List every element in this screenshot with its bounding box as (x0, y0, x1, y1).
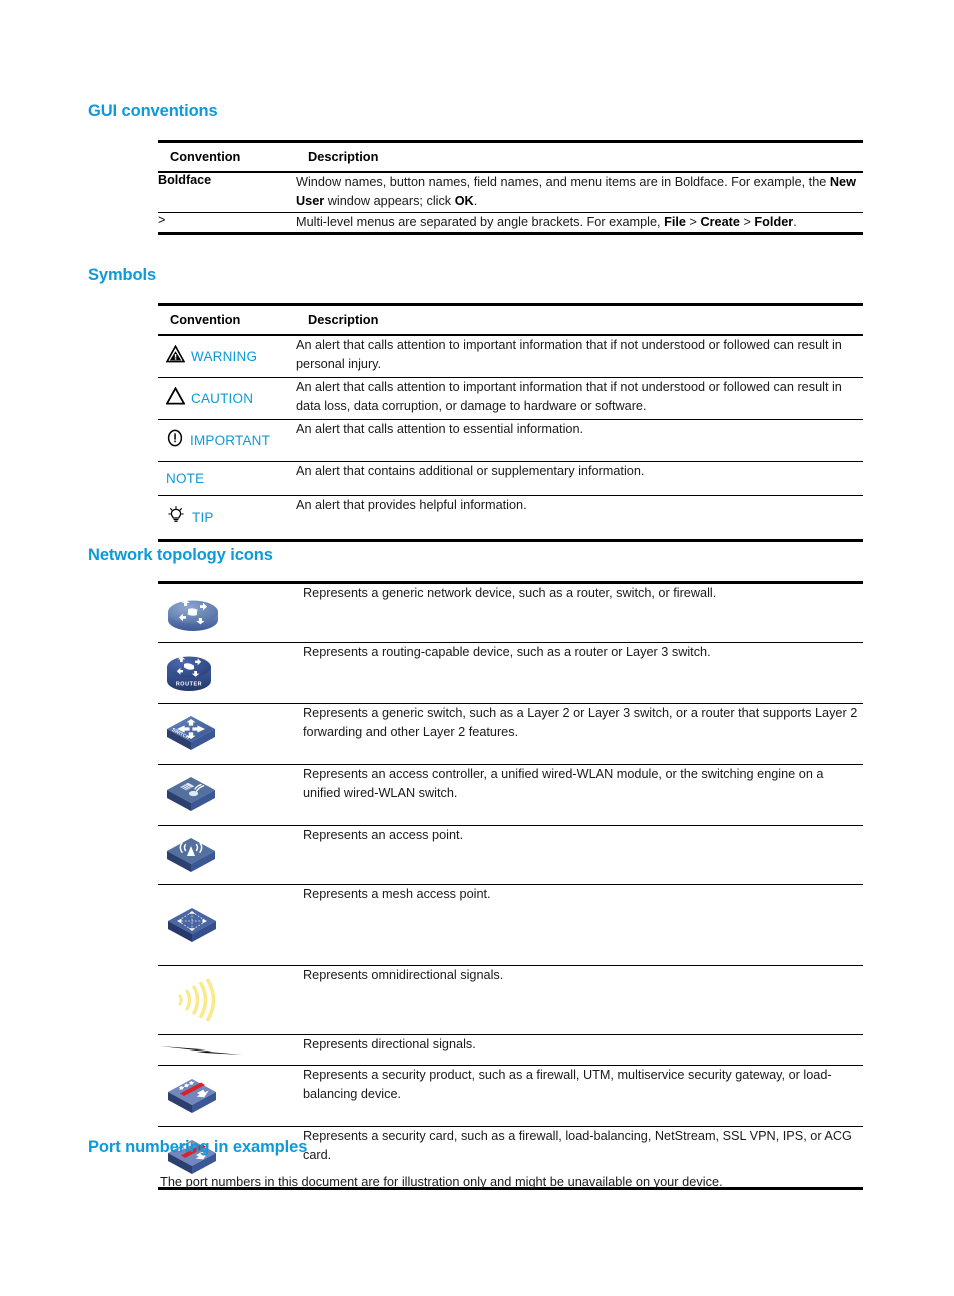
description-value: Represents omnidirectional signals. (303, 968, 504, 982)
symbol-cell-note: NOTE (158, 462, 296, 496)
table-row: Represents a security product, such as a… (158, 1066, 863, 1127)
symbol-label: TIP (192, 510, 214, 525)
icon-cell-omnidirectional-signal (158, 966, 303, 1035)
generic-network-device-icon (168, 599, 218, 631)
document-page: GUI conventions Convention Description B… (0, 0, 954, 1296)
icon-cell-router: ROUTER (158, 643, 303, 704)
important-circle-icon (166, 429, 184, 452)
heading-gui-conventions: GUI conventions (88, 102, 218, 120)
convention-value: > (158, 212, 166, 227)
symbol-label: CAUTION (191, 391, 254, 406)
description-value: Represents directional signals. (303, 1037, 476, 1051)
column-header-convention: Convention (170, 149, 241, 164)
symbol-cell-tip: TIP (158, 496, 296, 541)
table-row: Represents an access point. (158, 826, 863, 885)
table-row: ROUTER Represents a routing-capable devi… (158, 643, 863, 704)
symbols-table: Convention Description WARNING An alert … (158, 303, 863, 542)
icon-cell-generic-network-device (158, 583, 303, 643)
description-value: An alert that calls attention to importa… (296, 338, 842, 372)
table-row: Represents a generic network device, suc… (158, 582, 863, 643)
description-value: Represents a mesh access point. (303, 887, 491, 901)
caution-triangle-icon (165, 386, 186, 410)
table-row: TIP An alert that provides helpful infor… (158, 496, 863, 541)
warning-triangle-icon (165, 344, 186, 368)
tip-bulb-icon (166, 505, 186, 530)
icon-cell-access-point (158, 826, 303, 885)
security-product-icon (168, 1079, 216, 1113)
description-value: Multi-level menus are separated by angle… (296, 214, 797, 229)
column-header-description: Description (308, 312, 379, 327)
table-row: Represents directional signals. (158, 1035, 863, 1066)
symbol-cell-important: IMPORTANT (158, 420, 296, 462)
table-row: Represents omnidirectional signals. (158, 966, 863, 1035)
symbol-label: IMPORTANT (190, 433, 271, 448)
description-value: Represents a generic network device, suc… (303, 586, 717, 600)
description-value: Represents an access controller, a unifi… (303, 767, 824, 801)
port-numbering-paragraph: The port numbers in this document are fo… (160, 1174, 723, 1189)
table-row: > Multi-level menus are separated by ang… (158, 212, 863, 234)
icon-cell-security-product (158, 1066, 303, 1127)
icon-cell-switch: SWITCH (158, 704, 303, 765)
symbol-label: NOTE (166, 471, 205, 486)
heading-symbols: Symbols (88, 266, 157, 284)
table-header-row: Convention Description (158, 141, 863, 172)
description-value: Represents an access point. (303, 828, 464, 842)
mesh-access-point-icon (168, 908, 216, 942)
description-value: An alert that contains additional or sup… (296, 464, 645, 478)
icon-cell-directional-signal (158, 1035, 303, 1066)
table-row: Represents an access controller, a unifi… (158, 765, 863, 826)
symbol-label: WARNING (191, 349, 258, 364)
symbol-cell-warning: WARNING (158, 335, 296, 378)
table-row: NOTE An alert that contains additional o… (158, 462, 863, 496)
description-value: Represents a generic switch, such as a L… (303, 706, 858, 740)
router-icon-label: ROUTER (176, 682, 202, 688)
icon-cell-mesh-access-point (158, 885, 303, 966)
table-row: Represents a mesh access point. (158, 885, 863, 966)
access-controller-icon (167, 777, 215, 811)
convention-value: Boldface (158, 173, 212, 187)
table-header-row: Convention Description (158, 304, 863, 335)
table-row: Boldface Window names, button names, fie… (158, 172, 863, 213)
router-icon: ROUTER (167, 656, 211, 691)
column-header-description: Description (308, 149, 379, 164)
table-row: CAUTION An alert that calls attention to… (158, 378, 863, 420)
icon-cell-access-controller (158, 765, 303, 826)
symbol-cell-caution: CAUTION (158, 378, 296, 420)
switch-icon: SWITCH (167, 716, 215, 750)
heading-network-topology-icons: Network topology icons (88, 546, 273, 564)
table-row: SWITCH Represents a generic switch, such… (158, 704, 863, 765)
heading-port-numbering: Port numbering in examples (88, 1138, 308, 1156)
description-value: Represents a routing-capable device, suc… (303, 645, 711, 659)
description-value: Window names, button names, field names,… (296, 175, 856, 209)
table-row: WARNING An alert that calls attention to… (158, 335, 863, 378)
gui-conventions-table: Convention Description Boldface Window n… (158, 140, 863, 235)
description-value: An alert that calls attention to importa… (296, 380, 842, 414)
directional-signal-icon (160, 1046, 242, 1055)
omnidirectional-signal-icon (178, 978, 216, 1022)
description-value: An alert that calls attention to essenti… (296, 422, 584, 436)
access-point-icon (167, 838, 215, 872)
table-row: IMPORTANT An alert that calls attention … (158, 420, 863, 462)
column-header-convention: Convention (170, 312, 241, 327)
network-topology-icons-table: Represents a generic network device, suc… (158, 581, 863, 1190)
description-value: Represents a security product, such as a… (303, 1068, 832, 1102)
description-value: An alert that provides helpful informati… (296, 498, 527, 512)
